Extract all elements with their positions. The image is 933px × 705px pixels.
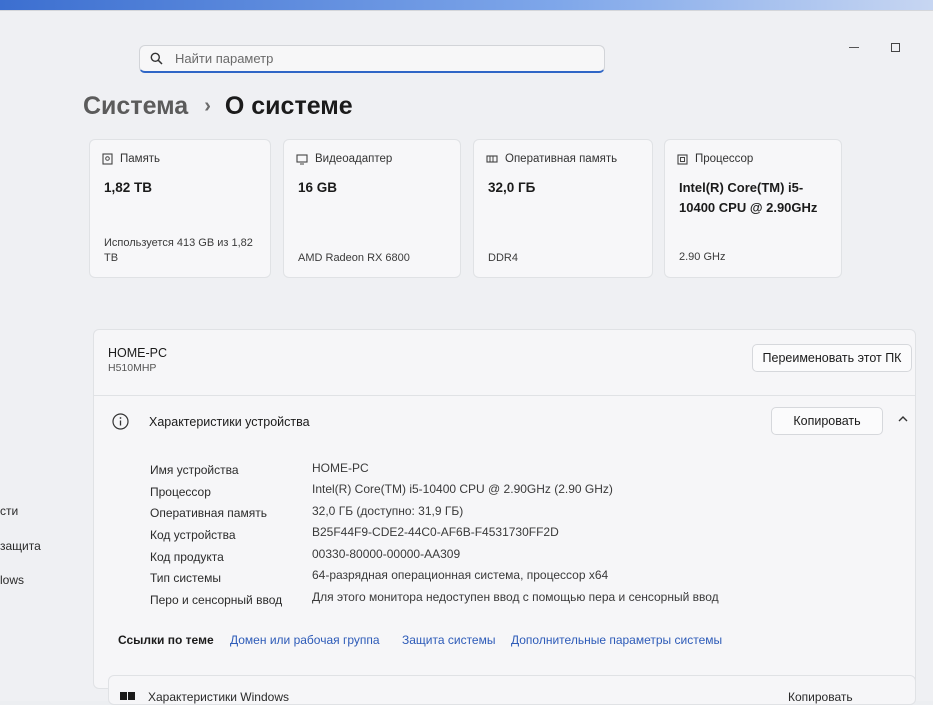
chevron-up-icon[interactable] bbox=[897, 413, 909, 425]
spec-label: Оперативная память bbox=[150, 506, 267, 520]
spec-label: Тип системы bbox=[150, 571, 221, 585]
rename-pc-button[interactable]: Переименовать этот ПК bbox=[752, 344, 912, 372]
sidebar-item-fragment[interactable]: lows bbox=[0, 573, 24, 587]
copy-specs-button[interactable]: Копировать bbox=[771, 407, 883, 435]
spec-value: B25F44F9-CDE2-44C0-AF6B-F4531730FF2D bbox=[312, 525, 559, 539]
storage-icon bbox=[102, 153, 113, 165]
card-header: Процессор bbox=[677, 153, 753, 165]
spec-value: 64-разрядная операционная система, проце… bbox=[312, 568, 609, 582]
link-domain-workgroup[interactable]: Домен или рабочая группа bbox=[230, 633, 380, 647]
device-specs-title: Характеристики устройства bbox=[149, 414, 310, 429]
card-header: Оперативная память bbox=[486, 153, 617, 165]
card-value: Intel(R) Core(TM) i5-10400 CPU @ 2.90GHz bbox=[679, 180, 818, 215]
storage-card[interactable]: Память 1,82 TB Используется 413 GB из 1,… bbox=[89, 139, 271, 278]
maximize-button[interactable] bbox=[891, 43, 900, 52]
spec-value: 32,0 ГБ (доступно: 31,9 ГБ) bbox=[312, 504, 464, 518]
spec-value: 00330-80000-00000-AA309 bbox=[312, 547, 461, 561]
related-links-title: Ссылки по теме bbox=[118, 633, 214, 647]
spec-value: Для этого монитора недоступен ввод с пом… bbox=[312, 590, 719, 604]
card-header: Память bbox=[102, 153, 160, 165]
card-title: Видеоадаптер bbox=[315, 153, 393, 165]
link-system-protection[interactable]: Защита системы bbox=[402, 633, 495, 647]
page-title: О системе bbox=[224, 92, 353, 120]
breadcrumb: Система › О системе bbox=[83, 92, 353, 121]
spec-label: Процессор bbox=[150, 485, 211, 499]
sidebar-item-fragment[interactable]: сти bbox=[0, 504, 18, 518]
device-specs-header[interactable]: Характеристики устройства bbox=[112, 413, 310, 430]
card-header: Видеоадаптер bbox=[296, 153, 392, 165]
spec-label: Код продукта bbox=[150, 550, 224, 564]
info-icon bbox=[112, 413, 129, 430]
device-model: H510MHP bbox=[108, 362, 157, 374]
copy-windows-specs-button[interactable]: Копировать bbox=[788, 690, 853, 704]
card-subtext: DDR4 bbox=[488, 252, 518, 264]
cpu-card[interactable]: Процессор Intel(R) Core(TM) i5-10400 CPU… bbox=[664, 139, 842, 278]
card-subtext: 2.90 GHz bbox=[679, 251, 726, 263]
windows-specs-title[interactable]: Характеристики Windows bbox=[148, 690, 289, 704]
card-title: Оперативная память bbox=[505, 153, 618, 165]
cpu-icon bbox=[677, 153, 688, 165]
card-title: Процессор bbox=[695, 153, 754, 165]
link-advanced-system-settings[interactable]: Дополнительные параметры системы bbox=[511, 633, 722, 647]
card-subtext: AMD Radeon RX 6800 bbox=[298, 252, 410, 264]
minimize-button[interactable] bbox=[849, 47, 859, 48]
chevron-right-icon: › bbox=[204, 95, 211, 117]
breadcrumb-parent[interactable]: Система bbox=[83, 92, 188, 121]
ram-icon bbox=[486, 155, 498, 163]
card-subtext: Используется 413 GB из 1,82 TB bbox=[104, 237, 253, 264]
search-input[interactable] bbox=[173, 50, 577, 67]
divider bbox=[94, 395, 915, 396]
ram-card[interactable]: Оперативная память 32,0 ГБ DDR4 bbox=[473, 139, 653, 278]
card-value: 32,0 ГБ bbox=[488, 180, 536, 195]
spec-value: Intel(R) Core(TM) i5-10400 CPU @ 2.90GHz… bbox=[312, 482, 613, 496]
spec-label: Перо и сенсорный ввод bbox=[150, 593, 283, 607]
search-box[interactable] bbox=[139, 45, 605, 73]
card-value: 16 GB bbox=[298, 180, 338, 195]
spec-label: Код устройства bbox=[150, 528, 236, 542]
sidebar-item-fragment[interactable]: защита bbox=[0, 539, 41, 553]
card-title: Память bbox=[120, 153, 161, 165]
spec-value: HOME-PC bbox=[312, 461, 369, 475]
card-value: 1,82 TB bbox=[104, 180, 153, 195]
spec-label: Имя устройства bbox=[150, 463, 239, 477]
device-name: HOME-PC bbox=[108, 346, 168, 360]
windows-logo-icon bbox=[120, 692, 135, 700]
display-adapter-card[interactable]: Видеоадаптер 16 GB AMD Radeon RX 6800 bbox=[283, 139, 461, 278]
search-icon bbox=[150, 52, 163, 65]
display-adapter-icon bbox=[296, 153, 308, 164]
